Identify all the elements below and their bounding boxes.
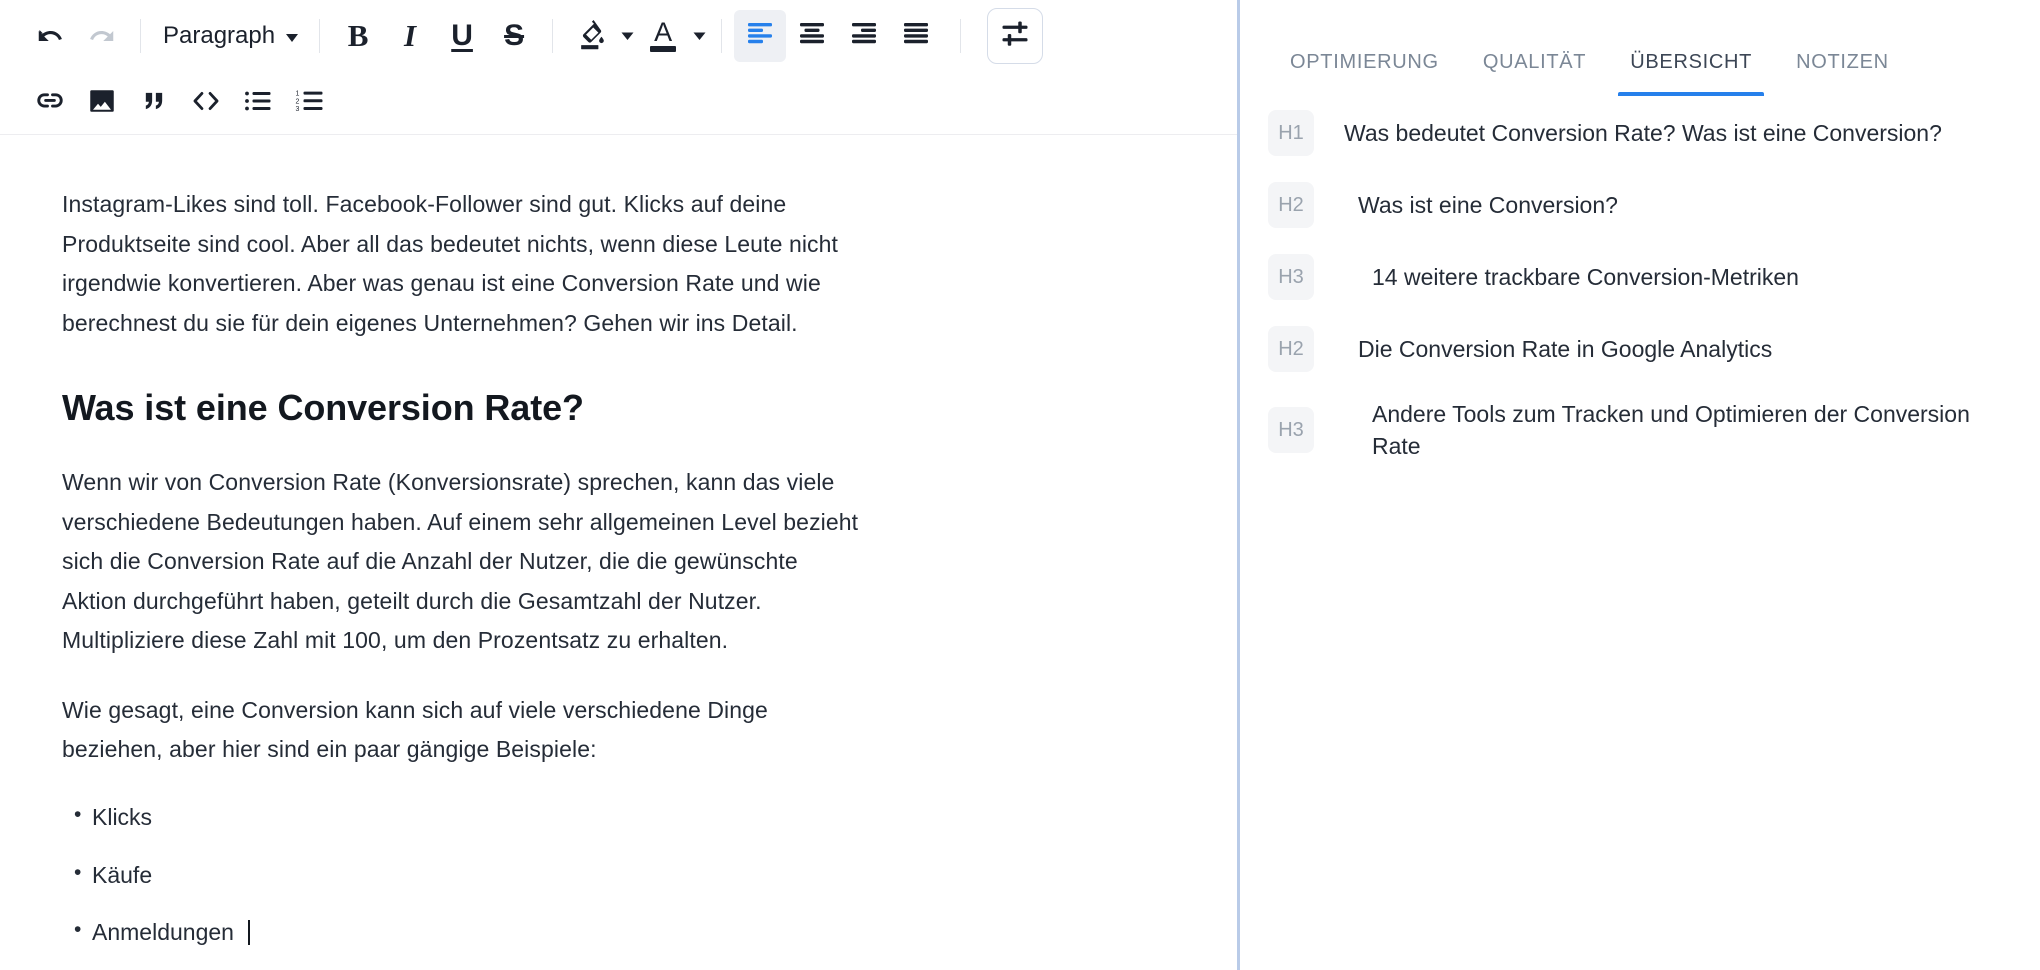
heading-level-badge: H3 [1268,254,1314,300]
outline-item[interactable]: H1 Was bedeutet Conversion Rate? Was ist… [1268,110,2000,156]
paragraph-style-select[interactable]: Paragraph [153,13,307,59]
outline-tabs: OPTIMIERUNG QUALITÄT ÜBERSICHT NOTIZEN [1240,0,2040,96]
list-item-text: Klicks [92,804,153,831]
editor-pane: Paragraph B I U S A 1 2 3 Instagram-Like… [0,0,1237,970]
align-justify-icon [901,21,931,52]
tune-sliders-icon [1000,19,1030,54]
paragraph-style-label: Paragraph [163,22,276,49]
blockquote-button[interactable] [128,77,180,129]
highlight-color-dropdown[interactable] [617,10,637,62]
numbered-list-icon: 1 2 3 [295,88,325,119]
align-center-button[interactable] [786,10,838,62]
tab-notizen[interactable]: NOTIZEN [1774,51,1911,96]
tab-uebersicht[interactable]: ÜBERSICHT [1608,51,1774,96]
list-item-text: Anmeldungen [92,919,234,946]
align-justify-button[interactable] [890,10,942,62]
toolbar-divider-1 [140,19,141,53]
link-icon [35,86,65,121]
outline-item[interactable]: H2 Die Conversion Rate in Google Analyti… [1268,326,2000,372]
heading-level-badge: H3 [1268,407,1314,454]
fill-color-icon [576,18,606,55]
heading-level-badge: H2 [1268,326,1314,372]
outline-heading-list: H1 Was bedeutet Conversion Rate? Was ist… [1240,96,2040,462]
italic-icon: I [404,18,417,53]
tab-qualitaet[interactable]: QUALITÄT [1461,51,1608,96]
chevron-down-icon [285,22,299,50]
toolbar-divider-5 [960,19,962,53]
image-icon [87,86,117,121]
tab-label: OPTIMIERUNG [1290,51,1439,73]
settings-button[interactable] [987,8,1044,64]
bold-icon: B [347,18,369,53]
document-bullet-list: Klicks Käufe Anmeldungen [62,799,862,950]
outline-item-label: Andere Tools zum Tracken und Optimieren … [1372,401,1970,460]
italic-button[interactable]: I [384,10,436,62]
outline-item-label: Was ist eine Conversion? [1358,191,1618,218]
insert-image-button[interactable] [76,77,128,129]
text-color-dropdown[interactable] [689,10,709,62]
bulleted-list-icon [243,88,273,119]
tab-label: QUALITÄT [1482,51,1587,73]
tab-label: NOTIZEN [1796,51,1889,73]
list-item-text: Käufe [92,861,153,888]
document-paragraph-2: Wenn wir von Conversion Rate (Konversion… [62,469,859,654]
align-left-button[interactable] [734,10,787,62]
heading-level-badge: H2 [1268,182,1314,228]
document-heading-1: Was ist eine Conversion Rate? [62,387,584,429]
heading-level-badge: H1 [1268,110,1314,156]
tab-label: ÜBERSICHT [1630,51,1753,73]
document-paragraph-3: Wie gesagt, eine Conversion kann sich au… [62,696,768,763]
tab-optimierung[interactable]: OPTIMIERUNG [1268,51,1461,96]
underline-button[interactable]: U [436,10,488,62]
text-cursor-caret [248,920,251,946]
code-block-button[interactable] [180,77,232,129]
code-icon [190,87,222,120]
align-left-icon [745,21,775,52]
insert-link-button[interactable] [24,77,76,129]
text-color-button[interactable]: A [637,10,689,62]
text-color-icon: A [654,17,673,47]
list-item: Käufe [62,857,862,893]
outline-item-label: Die Conversion Rate in Google Analytics [1358,335,1773,362]
bullet-list-button[interactable] [232,77,284,129]
document-paragraph-1: Instagram-Likes sind toll. Facebook-Foll… [62,191,839,336]
svg-text:1: 1 [296,90,300,97]
list-item: Anmeldungen [62,914,862,950]
highlight-color-button[interactable] [565,10,617,62]
outline-item[interactable]: H2 Was ist eine Conversion? [1268,182,2000,228]
editor-application: Paragraph B I U S A 1 2 3 Instagram-Like… [0,0,2040,970]
outline-panel: OPTIMIERUNG QUALITÄT ÜBERSICHT NOTIZEN H… [1240,0,2040,970]
numbered-list-button[interactable]: 1 2 3 [284,77,336,129]
align-center-icon [797,21,827,52]
text-color-swatch [650,46,677,52]
outline-item[interactable]: H3 Andere Tools zum Tracken und Optimier… [1268,398,2000,462]
svg-text:3: 3 [296,106,300,113]
strikethrough-icon: S [504,19,525,52]
align-right-icon [849,21,879,52]
undo-button[interactable] [24,10,76,62]
align-right-button[interactable] [838,10,890,62]
toolbar-row-primary: Paragraph B I U S A [0,0,1237,72]
list-item: Klicks [62,799,862,835]
toolbar-divider-2 [319,19,321,53]
bold-button[interactable]: B [332,10,384,62]
strikethrough-button[interactable]: S [488,10,540,62]
underline-icon: U [451,19,473,52]
quote-icon [140,87,168,120]
svg-text:2: 2 [296,98,300,105]
outline-item[interactable]: H3 14 weitere trackbare Conversion-Metri… [1268,254,2000,300]
document-editor-body[interactable]: Instagram-Likes sind toll. Facebook-Foll… [0,135,1237,950]
toolbar-divider-3 [552,19,554,53]
outline-item-label: Was bedeutet Conversion Rate? Was ist ei… [1344,119,1942,146]
formatting-toolbar: Paragraph B I U S A 1 2 3 [0,0,1237,135]
document-column: Instagram-Likes sind toll. Facebook-Foll… [62,185,862,950]
toolbar-divider-4 [721,19,723,53]
outline-item-label: 14 weitere trackbare Conversion-Metriken [1372,263,1799,290]
toolbar-row-secondary: 1 2 3 [0,72,1237,134]
redo-button[interactable] [76,10,128,62]
